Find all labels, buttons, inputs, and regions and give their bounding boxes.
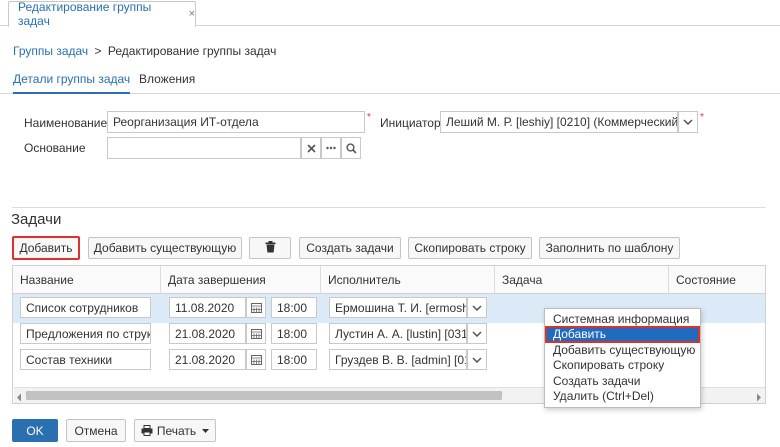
breadcrumb-parent-link[interactable]: Группы задач (13, 44, 88, 58)
menu-item-add-existing[interactable]: Добавить существующую (546, 343, 699, 358)
menu-item-delete[interactable]: Удалить (Ctrl+Del) (546, 389, 699, 404)
create-tasks-button[interactable]: Создать задачи (299, 237, 401, 259)
time-input[interactable]: 18:00 (271, 349, 317, 370)
menu-item-create-tasks[interactable]: Создать задачи (546, 374, 699, 389)
column-header-date[interactable]: Дата завершения (161, 266, 321, 294)
task-name-input[interactable]: Список сотрудников (20, 297, 151, 318)
name-field[interactable]: Реорганизация ИТ-отдела (107, 111, 365, 133)
task-name-input[interactable]: Предложения по структ (20, 323, 151, 344)
calendar-icon[interactable] (246, 323, 266, 344)
close-icon[interactable]: × (189, 8, 195, 20)
initiator-value: Леший М. Р. [leshiy] [0210] (Коммерчески… (446, 115, 678, 129)
menu-item-add[interactable]: Добавить (545, 326, 700, 343)
task-name-input[interactable]: Состав техники (20, 349, 151, 370)
cancel-button[interactable]: Отмена (66, 419, 126, 442)
tab-details[interactable]: Детали группы задач (13, 72, 131, 94)
required-marker: * (367, 112, 371, 123)
search-icon[interactable] (341, 137, 361, 159)
initiator-field[interactable]: Леший М. Р. [leshiy] [0210] (Коммерчески… (440, 111, 678, 133)
executor-input[interactable]: Ермошина Т. И. [ermoshir (329, 297, 467, 318)
breadcrumb-current: Редактирование группы задач (107, 44, 277, 58)
document-tab-title: Редактирование группы задач (18, 0, 152, 28)
add-button[interactable]: Добавить (12, 236, 80, 260)
breadcrumb-separator: > (94, 44, 102, 58)
breadcrumb: Группы задач > Редактирование группы зад… (13, 44, 276, 58)
column-header-task[interactable]: Задача (495, 266, 669, 294)
print-button[interactable]: Печать (134, 419, 216, 442)
subtabs-bar: Детали группы задач Вложения (0, 72, 780, 94)
basis-label: Основание (24, 141, 86, 155)
calendar-icon[interactable] (246, 297, 266, 318)
scrollbar-thumb[interactable] (26, 391, 502, 400)
section-divider (12, 207, 766, 208)
column-header-executor[interactable]: Исполнитель (321, 266, 495, 294)
more-icon[interactable] (321, 137, 341, 159)
required-marker-initiator: * (700, 112, 704, 123)
fill-template-button[interactable]: Заполнить по шаблону (539, 237, 680, 259)
trash-icon (265, 240, 276, 256)
column-header-status[interactable]: Состояние (669, 266, 765, 294)
scroll-right-icon[interactable] (756, 391, 762, 403)
column-header-name[interactable]: Название (13, 266, 161, 294)
tasks-section-title: Задачи (11, 211, 62, 228)
date-input[interactable]: 21.08.2020 (169, 323, 246, 344)
chevron-down-icon[interactable] (678, 111, 698, 133)
ok-button[interactable]: OK (12, 419, 58, 442)
time-input[interactable]: 18:00 (271, 323, 317, 344)
print-label: Печать (156, 423, 197, 438)
calendar-icon[interactable] (246, 349, 266, 370)
document-tab[interactable]: Редактирование группы задач × (8, 0, 196, 28)
chevron-down-icon[interactable] (467, 323, 487, 344)
date-input[interactable]: 21.08.2020 (169, 349, 246, 370)
tab-attachments[interactable]: Вложения (139, 72, 195, 94)
scroll-left-icon[interactable] (16, 391, 22, 403)
date-input[interactable]: 11.08.2020 (169, 297, 246, 318)
add-existing-button[interactable]: Добавить существующую (88, 237, 242, 259)
printer-icon (141, 425, 153, 436)
chevron-down-icon[interactable] (467, 349, 487, 370)
menu-item-copy-row[interactable]: Скопировать строку (546, 358, 699, 373)
executor-input[interactable]: Груздев В. В. [admin] [011 (329, 349, 467, 370)
time-input[interactable]: 18:00 (271, 297, 317, 318)
name-label: Наименование (24, 116, 108, 130)
initiator-label: Инициатор (380, 116, 441, 130)
copy-row-button[interactable]: Скопировать строку (408, 237, 532, 259)
context-menu: Системная информация Добавить Добавить с… (544, 308, 701, 408)
clear-icon[interactable] (301, 137, 321, 159)
basis-field[interactable] (107, 137, 301, 159)
menu-item-system-info[interactable]: Системная информация (546, 312, 699, 327)
caret-down-icon (202, 428, 210, 433)
executor-input[interactable]: Лустин А. А. [lustin] [0310 (329, 323, 467, 344)
chevron-down-icon[interactable] (467, 297, 487, 318)
delete-button[interactable] (249, 237, 291, 259)
